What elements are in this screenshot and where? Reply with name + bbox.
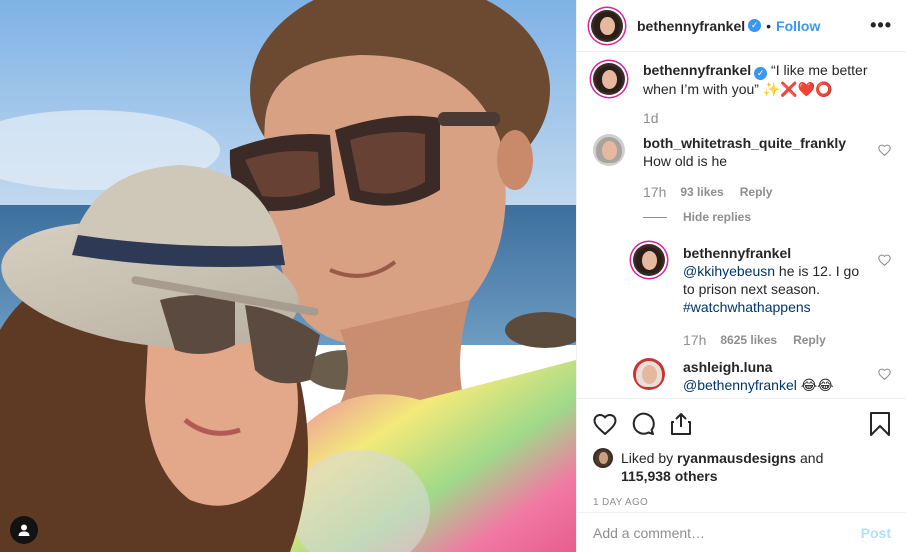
add-comment-bar: Add a comment… Post bbox=[577, 512, 906, 552]
separator-dot: • bbox=[766, 17, 772, 34]
verified-icon: ✓ bbox=[754, 67, 768, 80]
share-icon[interactable] bbox=[669, 412, 693, 436]
reply-meta: 17h 8625 likes Reply bbox=[683, 332, 873, 348]
action-bar bbox=[577, 399, 906, 449]
likes-text: Liked by ryanmausdesigns and 115,938 oth… bbox=[621, 449, 823, 485]
post-date[interactable]: 1 DAY AGO bbox=[577, 485, 906, 508]
comment-body: How old is he bbox=[643, 153, 728, 169]
hide-replies-button[interactable]: Hide replies bbox=[643, 210, 883, 224]
reply-mention[interactable]: @bethennyfrankel bbox=[683, 377, 797, 393]
verified-icon: ✓ bbox=[748, 19, 762, 32]
reply-hashtag[interactable]: #watchwhathappens bbox=[683, 299, 811, 315]
reply-text: bethennyfrankel @kkihyebeusn he is 12. I… bbox=[683, 244, 873, 316]
commenter-avatar[interactable] bbox=[593, 134, 625, 166]
replies-line bbox=[643, 216, 667, 218]
post-photo[interactable] bbox=[0, 0, 576, 552]
post-comment-button[interactable]: Post bbox=[861, 525, 891, 541]
caption-text: bethennyfrankel ✓ “I like me better when … bbox=[643, 61, 883, 98]
reply-body: 😂😂 bbox=[796, 377, 834, 393]
caption-avatar[interactable] bbox=[593, 63, 625, 95]
user-tag-glyph bbox=[18, 524, 30, 536]
follow-button[interactable]: Follow bbox=[776, 18, 820, 34]
likes-others[interactable]: 115,938 others bbox=[621, 468, 718, 484]
reply-mention[interactable]: @kkihyebeusn bbox=[683, 263, 775, 279]
reply-avatar[interactable] bbox=[633, 358, 665, 390]
caption-meta: 1d bbox=[643, 110, 883, 126]
reply-username[interactable]: bethennyfrankel bbox=[683, 245, 791, 261]
comment-input[interactable]: Add a comment… bbox=[593, 525, 705, 541]
likes-prefix: Liked by bbox=[621, 450, 678, 466]
liker-avatar[interactable] bbox=[593, 448, 613, 468]
instagram-post-modal: bethennyfrankel ✓ • Follow ••• bethennyf… bbox=[0, 0, 906, 552]
author-avatar[interactable] bbox=[591, 9, 623, 42]
reply-like-heart-icon[interactable] bbox=[878, 254, 891, 266]
comment-username[interactable]: both_whitetrash_quite_frankly bbox=[643, 135, 846, 151]
likes-suffix: and bbox=[796, 450, 824, 466]
reply-avatar[interactable] bbox=[633, 244, 665, 276]
photo-illustration bbox=[0, 0, 576, 552]
reply-text: ashleigh.luna @bethennyfrankel 😂😂 bbox=[683, 358, 873, 394]
more-options-icon[interactable]: ••• bbox=[870, 15, 892, 36]
caption: bethennyfrankel ✓ “I like me better when … bbox=[593, 61, 891, 126]
comment-text: both_whitetrash_quite_frankly How old is… bbox=[643, 134, 883, 170]
reply-time[interactable]: 17h bbox=[683, 332, 706, 348]
hide-replies-label: Hide replies bbox=[683, 210, 752, 224]
reply-button[interactable]: Reply bbox=[793, 333, 826, 347]
comment-item: both_whitetrash_quite_frankly How old is… bbox=[593, 134, 891, 224]
heart-icon[interactable] bbox=[593, 413, 617, 435]
comment-time[interactable]: 17h bbox=[643, 184, 666, 200]
reply-button[interactable]: Reply bbox=[740, 185, 773, 199]
likes-summary: Liked by ryanmausdesigns and 115,938 oth… bbox=[577, 448, 906, 485]
caption-time[interactable]: 1d bbox=[643, 110, 659, 126]
reply-username[interactable]: ashleigh.luna bbox=[683, 359, 772, 375]
author-username[interactable]: bethennyfrankel bbox=[637, 18, 745, 34]
reply-item: bethennyfrankel @kkihyebeusn he is 12. I… bbox=[633, 244, 891, 348]
reply-likes[interactable]: 8625 likes bbox=[720, 333, 777, 347]
post-header: bethennyfrankel ✓ • Follow ••• bbox=[577, 0, 906, 52]
bookmark-icon[interactable] bbox=[869, 412, 891, 436]
reply-item: ashleigh.luna @bethennyfrankel 😂😂 bbox=[633, 358, 891, 394]
comment-like-heart-icon[interactable] bbox=[878, 144, 891, 156]
liker-username[interactable]: ryanmausdesigns bbox=[677, 450, 796, 466]
post-side-panel: bethennyfrankel ✓ • Follow ••• bethennyf… bbox=[576, 0, 906, 552]
comment-likes[interactable]: 93 likes bbox=[680, 185, 723, 199]
comment-icon[interactable] bbox=[631, 412, 655, 436]
comments-list[interactable]: bethennyfrankel ✓ “I like me better when … bbox=[577, 53, 906, 398]
post-actions-section: Liked by ryanmausdesigns and 115,938 oth… bbox=[577, 398, 906, 508]
comment-meta: 17h 93 likes Reply bbox=[643, 184, 883, 200]
reply-like-heart-icon[interactable] bbox=[878, 368, 891, 380]
caption-username[interactable]: bethennyfrankel bbox=[643, 62, 751, 78]
user-tag-icon[interactable] bbox=[10, 516, 38, 544]
